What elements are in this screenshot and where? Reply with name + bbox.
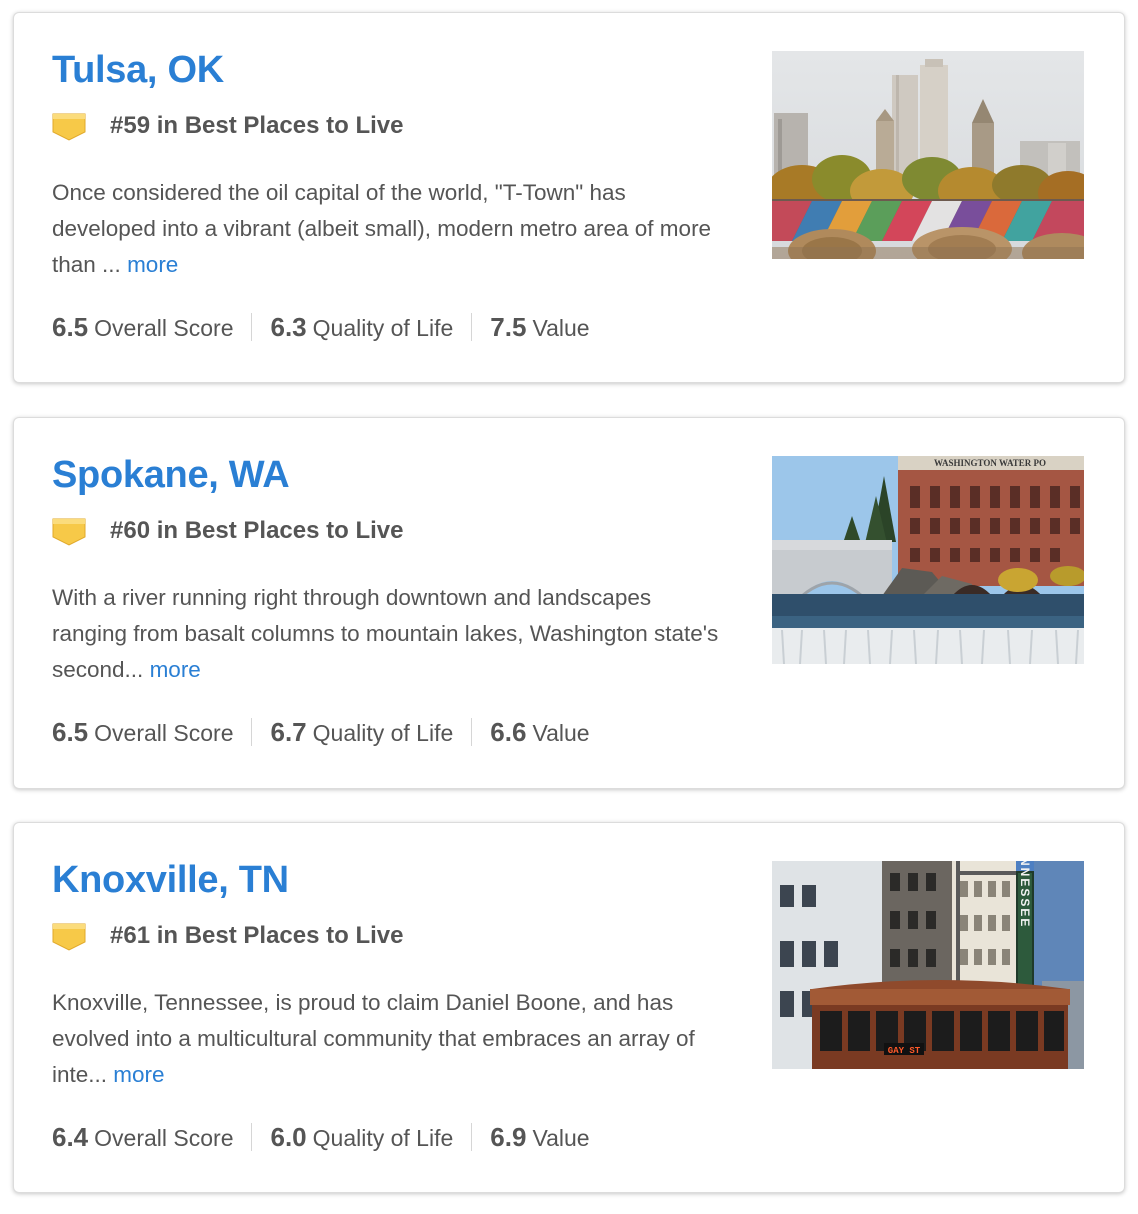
quality-of-life-score: 6.7 Quality of Life [270,717,453,748]
overall-score: 6.4 Overall Score [52,1122,233,1153]
score-value: 6.4 [52,1121,89,1152]
score-value: 6.9 [490,1121,527,1152]
city-photo[interactable] [772,51,1084,259]
rank-label: #60 in Best Places to Live [110,517,404,544]
divider [471,313,473,341]
city-description: Knoxville, Tennessee, is proud to claim … [52,985,722,1093]
overall-score: 6.5 Overall Score [52,312,233,343]
building-sign-text: WASHINGTON WATER PO [934,458,1046,468]
divider [471,718,473,746]
score-label: Value [532,1124,590,1151]
score-label: Value [532,719,590,746]
city-photo[interactable]: TENNESSEE GAY ST [772,861,1084,1069]
ranking-row: #61 in Best Places to Live [52,919,403,953]
value-score: 6.9 Value [490,1122,589,1153]
city-description: With a river running right through downt… [52,580,722,688]
score-value: 6.5 [52,716,89,747]
score-label: Overall Score [94,719,234,746]
ranking-row: #60 in Best Places to Live [52,514,403,548]
rank-label: #61 in Best Places to Live [110,922,404,949]
divider [251,1123,253,1151]
scores-row: 6.5 Overall Score 6.3 Quality of Life 7.5 V… [52,309,590,345]
quality-of-life-score: 6.0 Quality of Life [270,1122,453,1153]
ranking-row: #59 in Best Places to Live [52,109,403,143]
score-label: Quality of Life [312,1124,454,1151]
score-label: Quality of Life [312,719,454,746]
ribbon-badge-icon [52,113,86,141]
city-card: Knoxville, TN #61 in Best Places to Live… [13,822,1125,1193]
city-title[interactable]: Spokane, WA [52,452,290,498]
score-value: 6.3 [270,311,307,342]
score-value: 6.0 [270,1121,307,1152]
city-description: Once considered the oil capital of the w… [52,175,722,283]
city-title[interactable]: Tulsa, OK [52,47,224,93]
divider [251,313,253,341]
overall-score: 6.5 Overall Score [52,717,233,748]
tennessee-sign-text: TENNESSEE [1018,861,1032,928]
score-label: Overall Score [94,1124,234,1151]
more-link[interactable]: more [113,1062,164,1087]
more-link[interactable]: more [127,252,178,277]
city-card: Tulsa, OK #59 in Best Places to Live Onc… [13,12,1125,383]
city-photo[interactable]: WASHINGTON WATER PO [772,456,1084,664]
divider [251,718,253,746]
city-title[interactable]: Knoxville, TN [52,857,289,903]
rank-label: #59 in Best Places to Live [110,112,404,139]
divider [471,1123,473,1151]
quality-of-life-score: 6.3 Quality of Life [270,312,453,343]
value-score: 6.6 Value [490,717,589,748]
score-label: Value [532,314,590,341]
score-label: Overall Score [94,314,234,341]
ribbon-badge-icon [52,518,86,546]
score-value: 6.7 [270,716,307,747]
more-link[interactable]: more [150,657,201,682]
city-card: Spokane, WA #60 in Best Places to Live W… [13,417,1125,789]
value-score: 7.5 Value [490,312,589,343]
ribbon-badge-icon [52,923,86,951]
scores-row: 6.4 Overall Score 6.0 Quality of Life 6.9 V… [52,1119,590,1155]
score-value: 6.5 [52,311,89,342]
trolley-sign-text: GAY ST [888,1046,921,1056]
scores-row: 6.5 Overall Score 6.7 Quality of Life 6.6 V… [52,714,590,750]
score-value: 6.6 [490,716,527,747]
score-label: Quality of Life [312,314,454,341]
score-value: 7.5 [490,311,527,342]
